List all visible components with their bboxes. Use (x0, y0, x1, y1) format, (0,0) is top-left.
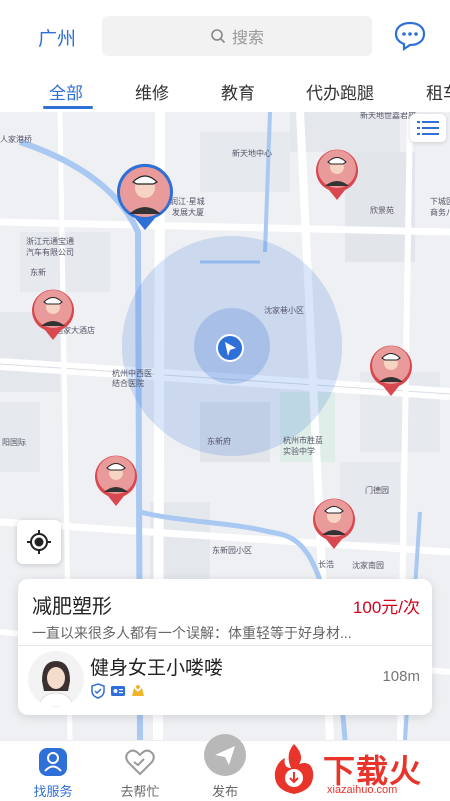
nav-label: 找服务 (33, 784, 73, 799)
tab-all[interactable]: 全部 (49, 79, 83, 104)
card-divider (18, 645, 432, 646)
map-label: 实验中学 (283, 447, 315, 456)
tab-repair[interactable]: 维修 (135, 79, 169, 104)
active-tab-indicator (43, 106, 93, 109)
service-description: 一直以来很多人都有一个误解：体重轻等于好身材... (32, 625, 352, 641)
service-price: 100元/次 (352, 598, 420, 617)
map-label: 浙江元通宝通 (26, 237, 74, 246)
tab-errands[interactable]: 代办跑腿 (306, 79, 374, 104)
map-label: 门德园 (365, 486, 389, 495)
provider-pin[interactable] (30, 286, 76, 342)
map-label: 长浩 (318, 560, 334, 569)
shield-badge-icon (91, 683, 105, 699)
message-icon[interactable] (392, 20, 428, 52)
provider-pin[interactable] (314, 146, 360, 202)
nav-label: 去帮忙 (120, 784, 160, 799)
city-selector[interactable]: 广州 (38, 24, 76, 51)
map-label: 商务八 (430, 208, 450, 217)
nav-publish[interactable]: 发布 (190, 734, 260, 801)
avatar[interactable] (28, 651, 84, 707)
service-title: 减肥塑形 (32, 596, 112, 618)
skill-badge-icon (132, 685, 144, 696)
map-label: 新天地世嘉君座 (360, 112, 416, 120)
nav-help-others[interactable]: 去帮忙 (105, 741, 175, 801)
map-label: 东新 (30, 268, 46, 277)
list-view-button[interactable] (410, 114, 446, 142)
map-label: 欣景苑 (370, 206, 394, 215)
map-label: 人家港桥 (0, 135, 32, 144)
watermark-url: xiazaihuo.com (327, 784, 398, 796)
provider-pin[interactable] (311, 495, 357, 551)
provider-pin-selected[interactable] (115, 162, 175, 232)
service-card[interactable]: 减肥塑形 100元/次 一直以来很多人都有一个误解：体重轻等于好身材... 健身… (18, 579, 432, 715)
avatar-image (28, 651, 84, 707)
provider-pin[interactable] (368, 342, 414, 398)
map-label: 结合医院 (112, 379, 144, 388)
person-icon (39, 748, 67, 776)
search-placeholder: 搜索 (231, 30, 264, 47)
id-card-badge-icon (111, 686, 125, 696)
locate-me-button[interactable] (17, 520, 61, 564)
send-icon (204, 734, 246, 776)
handshake-heart-icon (125, 749, 155, 776)
search-input[interactable]: 搜索 (102, 16, 372, 56)
verification-badges (90, 683, 146, 699)
map-label: 沈家南园 (352, 561, 384, 570)
tab-car-rental[interactable]: 租车 (426, 79, 450, 104)
map-label: 杭州市胜蓝 (283, 436, 323, 445)
provider-pin[interactable] (93, 452, 139, 508)
map-label: 东新园小区 (212, 546, 252, 555)
map-label: 东新府 (207, 437, 231, 446)
provider-name: 健身女王小喽喽 (90, 658, 224, 679)
map-label: 润江·星城 (170, 197, 205, 206)
map-label: 汽车有限公司 (26, 248, 74, 257)
crosshair-icon (27, 530, 51, 554)
nav-find-service[interactable]: 找服务 (18, 741, 88, 801)
tab-education[interactable]: 教育 (221, 79, 255, 104)
top-bar: 广州 搜索 (0, 0, 450, 70)
map-label: 沈家巷小区 (264, 306, 304, 315)
list-icon (417, 121, 439, 135)
watermark-logo: 下载火 xiazaihuo.com (265, 740, 450, 800)
map-label: 阳国际 (2, 438, 26, 447)
map-label: 下城区 (430, 197, 450, 206)
distance-label: 108m (382, 668, 420, 685)
nav-label: 发布 (211, 784, 238, 799)
search-icon (211, 29, 226, 44)
flame-logo-icon (274, 744, 314, 794)
map-label: 发展大厦 (172, 208, 204, 217)
map-label: 新天地中心 (232, 149, 272, 158)
